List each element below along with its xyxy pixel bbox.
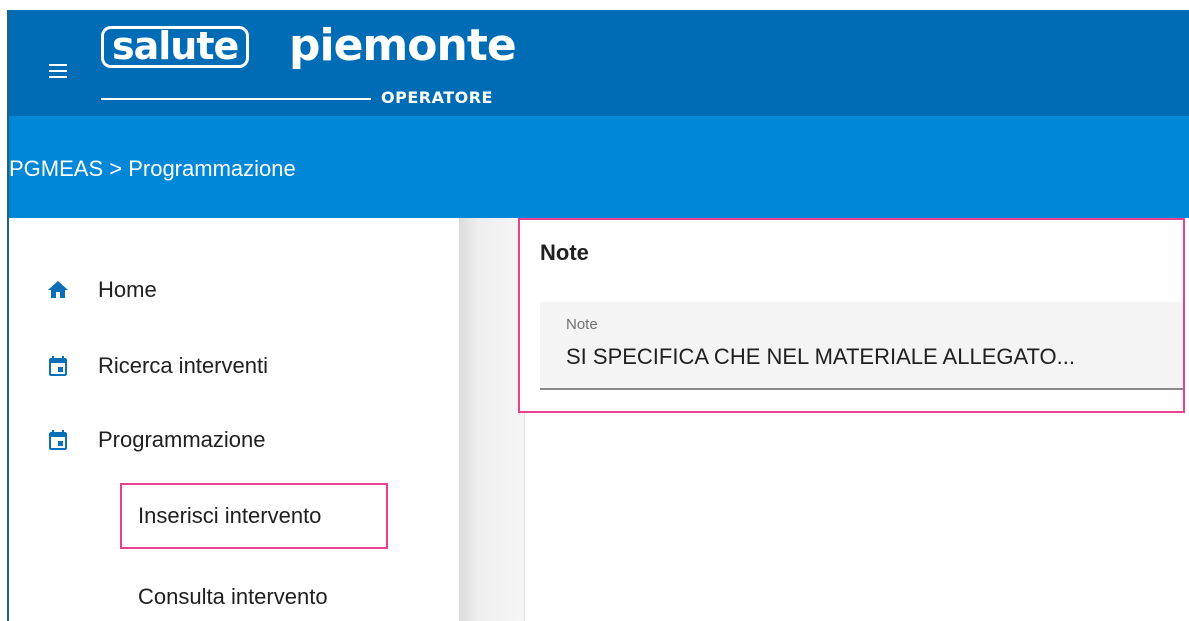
sidebar-item-home[interactable]: Home	[46, 277, 157, 303]
calendar-icon	[49, 430, 67, 450]
sidebar-item-label: Ricerca interventi	[98, 353, 268, 378]
sidebar-item-programmazione[interactable]: Programmazione	[46, 427, 266, 453]
note-field-label: Note	[566, 316, 598, 333]
sidebar-item-ricerca-interventi[interactable]: Ricerca interventi	[46, 353, 268, 379]
note-panel: Note Note SI SPECIFICA CHE NEL MATERIALE…	[518, 218, 1185, 413]
page: salute piemonte OPERATORE PGMEAS > Progr…	[0, 0, 1189, 621]
logo-operatore-text: OPERATORE	[381, 88, 493, 107]
note-field-value: SI SPECIFICA CHE NEL MATERIALE ALLEGATO.…	[566, 344, 1076, 369]
sidebar-subitem-label: Inserisci intervento	[138, 503, 322, 528]
sidebar-subitem-consulta-intervento[interactable]: Consulta intervento	[138, 584, 328, 610]
breadcrumb-bar: PGMEAS > Programmazione	[9, 116, 1189, 218]
top-header: salute piemonte OPERATORE	[9, 10, 1189, 116]
note-section-title: Note	[540, 240, 589, 265]
sidebar-subitem-inserisci-intervento[interactable]: Inserisci intervento	[120, 483, 388, 549]
sidebar-item-label: Home	[98, 277, 157, 302]
logo-piemonte-text: piemonte	[289, 20, 517, 71]
logo-salute-text: salute	[101, 26, 250, 68]
hamburger-menu-icon[interactable]	[49, 64, 71, 80]
sidebar-shadow	[459, 218, 525, 621]
breadcrumb: PGMEAS > Programmazione	[9, 156, 296, 181]
note-field[interactable]: Note SI SPECIFICA CHE NEL MATERIALE ALLE…	[540, 302, 1183, 390]
sidebar-item-label: Programmazione	[98, 427, 266, 452]
logo-divider	[101, 98, 371, 100]
salute-piemonte-logo[interactable]: salute piemonte OPERATORE	[101, 20, 531, 112]
window-frame	[0, 0, 9, 621]
home-icon	[48, 281, 68, 298]
calendar-icon	[49, 356, 67, 376]
sidebar-subitem-label: Consulta intervento	[138, 584, 328, 609]
